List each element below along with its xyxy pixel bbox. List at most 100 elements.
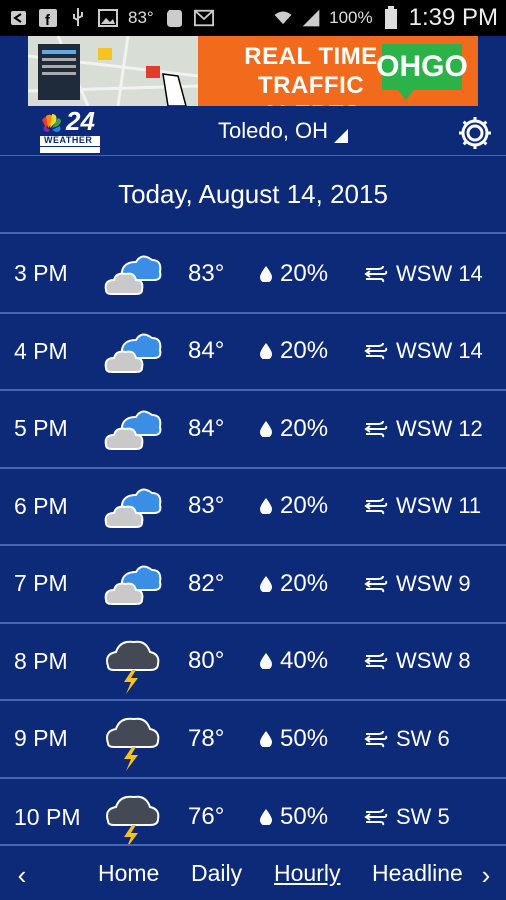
wind-value: WSW 11: [396, 493, 482, 519]
tab-daily[interactable]: Daily: [191, 860, 242, 887]
hour-precipitation: 20%: [260, 492, 328, 520]
signal-icon: [301, 8, 321, 28]
hour-time: 8 PM: [14, 647, 68, 674]
tab-home[interactable]: Home: [98, 860, 159, 887]
precip-value: 50%: [280, 803, 329, 831]
back-icon: [8, 8, 28, 28]
partly-cloudy-icon: [102, 248, 162, 300]
wind-value: SW 6: [396, 725, 450, 751]
hour-wind: WSW 11: [364, 493, 481, 519]
thunderstorm-icon: [102, 636, 162, 694]
hour-wind: SW 5: [364, 804, 450, 830]
ad-map-image: [28, 36, 199, 106]
settings-gear-icon[interactable]: [456, 114, 494, 152]
status-temperature: 83°: [128, 8, 154, 27]
hour-wind: WSW 14: [364, 338, 483, 364]
bottom-navigation: ‹ Home Daily Hourly Headline ›: [0, 844, 506, 900]
raindrop-icon: [260, 420, 272, 437]
hourly-row[interactable]: 9 PM 78° 50% SW 6: [0, 701, 506, 779]
raindrop-icon: [260, 575, 272, 592]
hour-wind: WSW 9: [364, 571, 471, 597]
wind-icon: [364, 420, 388, 438]
hour-temperature: 84°: [188, 414, 225, 442]
hour-temperature: 76°: [188, 803, 225, 831]
hour-time: 9 PM: [14, 725, 68, 752]
hour-time: 4 PM: [14, 337, 68, 364]
battery-icon: [381, 6, 401, 29]
app-header: 24 WEATHER Toledo, OH: [0, 106, 506, 156]
precip-value: 20%: [280, 337, 329, 365]
mail-icon: [193, 8, 214, 28]
hourly-row[interactable]: 6 PM 83° 20% WSW 11: [0, 469, 506, 546]
wind-icon: [364, 265, 388, 283]
thunderstorm-icon: [102, 713, 162, 771]
raindrop-icon: [260, 498, 272, 515]
status-bar: f 83° 100% 1:39 PM: [0, 0, 506, 36]
raindrop-icon: [260, 730, 272, 747]
ad-banner[interactable]: REAL TIME TRAFFIC ALERTS OHGO: [0, 36, 506, 106]
dropdown-arrow-icon: [334, 129, 349, 143]
hourly-list: 3 PM 83° 20% WSW 14 4 PM 84° 20% WSW 14 …: [0, 236, 506, 856]
thunderstorm-icon: [102, 791, 162, 849]
ad-brand-logo: OHGO: [376, 44, 468, 90]
partly-cloudy-icon: [102, 403, 162, 455]
hour-precipitation: 40%: [260, 647, 328, 675]
wind-icon: [364, 730, 388, 748]
hour-temperature: 84°: [188, 337, 225, 365]
hour-precipitation: 50%: [260, 803, 328, 831]
date-title: Today, August 14, 2015: [118, 179, 388, 209]
hourly-row[interactable]: 7 PM 82° 20% WSW 9: [0, 546, 506, 624]
hourly-row[interactable]: 8 PM 80° 40% WSW 8: [0, 624, 506, 701]
precip-value: 20%: [280, 259, 329, 287]
hour-time: 5 PM: [14, 415, 68, 442]
usb-icon: [68, 8, 88, 28]
logo-text: WEATHER: [44, 135, 93, 145]
tab-headline[interactable]: Headline: [372, 860, 463, 887]
location-selector[interactable]: Toledo, OH: [218, 118, 349, 144]
nav-next-arrow-icon[interactable]: ›: [474, 860, 498, 891]
hour-temperature: 80°: [188, 647, 225, 675]
partly-cloudy-icon: [102, 326, 162, 378]
hour-wind: SW 6: [364, 726, 450, 752]
evernote-icon: [164, 8, 184, 28]
hour-wind: WSW 14: [364, 261, 483, 287]
hour-temperature: 82°: [188, 569, 225, 597]
precip-value: 20%: [280, 414, 329, 442]
hour-time: 10 PM: [14, 803, 81, 830]
wind-value: WSW 12: [396, 415, 483, 441]
wind-value: SW 5: [396, 804, 450, 830]
logo-number: 24: [66, 106, 95, 136]
wind-value: WSW 8: [396, 648, 471, 674]
nav-prev-arrow-icon[interactable]: ‹: [10, 860, 34, 891]
raindrop-icon: [260, 653, 272, 670]
tab-hourly[interactable]: Hourly: [274, 860, 340, 887]
wind-icon: [364, 343, 388, 360]
hour-time: 3 PM: [14, 260, 68, 287]
hourly-row[interactable]: 4 PM 84° 20% WSW 14: [0, 314, 506, 391]
station-logo: 24 WEATHER: [40, 106, 100, 154]
raindrop-icon: [260, 265, 272, 282]
hour-temperature: 78°: [188, 724, 225, 752]
hourly-row[interactable]: 5 PM 84° 20% WSW 12: [0, 391, 506, 469]
facebook-icon: f: [38, 8, 58, 28]
hour-time: 6 PM: [14, 492, 68, 519]
raindrop-icon: [260, 343, 272, 360]
precip-value: 20%: [280, 569, 329, 597]
hourly-row[interactable]: 3 PM 83° 20% WSW 14: [0, 236, 506, 314]
raindrop-icon: [260, 809, 272, 826]
hour-precipitation: 20%: [260, 337, 328, 365]
wind-icon: [364, 498, 388, 515]
wifi-icon: [273, 8, 293, 28]
hour-precipitation: 20%: [260, 260, 328, 288]
wind-icon: [364, 653, 388, 670]
hour-precipitation: 50%: [260, 725, 328, 753]
hour-precipitation: 20%: [260, 570, 328, 598]
wind-value: WSW 14: [396, 260, 483, 286]
location-label: Toledo, OH: [218, 118, 329, 143]
precip-value: 20%: [280, 492, 329, 520]
hour-temperature: 83°: [188, 492, 225, 520]
precip-value: 50%: [280, 724, 329, 752]
ad-banner-content[interactable]: REAL TIME TRAFFIC ALERTS OHGO: [28, 36, 478, 106]
battery-percent: 100%: [329, 8, 373, 27]
wind-icon: [364, 809, 388, 826]
